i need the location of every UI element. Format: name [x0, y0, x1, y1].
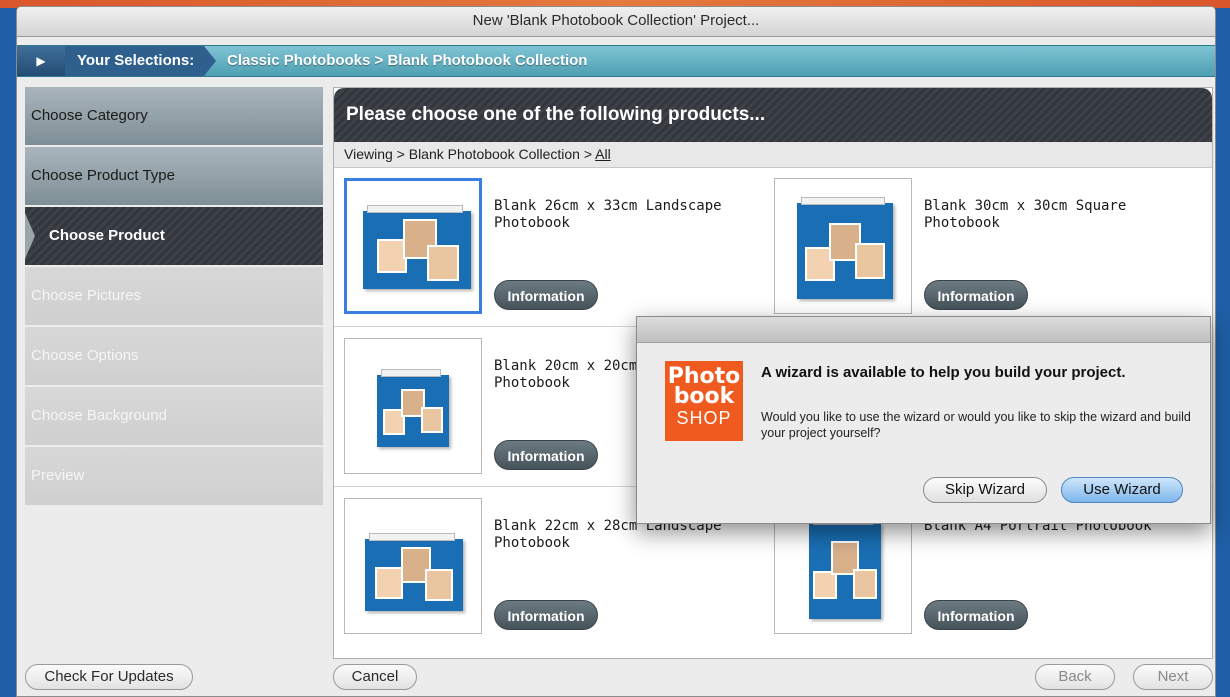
photo-tile — [427, 245, 459, 281]
step-choose-category[interactable]: Choose Category — [25, 87, 323, 145]
back-button[interactable]: Back — [1035, 664, 1115, 690]
selections-breadcrumb: Classic Photobooks > Blank Photobook Col… — [227, 52, 588, 69]
selections-label: Your Selections: — [65, 46, 217, 76]
cancel-button[interactable]: Cancel — [333, 664, 417, 690]
next-button[interactable]: Next — [1133, 664, 1213, 690]
photo-tile — [855, 243, 885, 279]
product-thumbnail[interactable] — [774, 178, 912, 314]
step-preview: Preview — [25, 447, 323, 505]
photo-tile — [375, 567, 403, 599]
product-thumbnail[interactable] — [344, 338, 482, 474]
photobook-image — [365, 533, 463, 611]
information-button[interactable]: Information — [924, 280, 1028, 310]
product-name: Blank 26cm x 33cm Landscape Photobook — [494, 198, 722, 231]
photo-tile — [425, 569, 453, 601]
dialog-heading: A wizard is available to help you build … — [761, 364, 1126, 381]
information-button[interactable]: Information — [494, 600, 598, 630]
wizard-dialog: Photo book SHOP A wizard is available to… — [636, 316, 1211, 524]
information-button[interactable]: Information — [924, 600, 1028, 630]
step-choose-background: Choose Background — [25, 387, 323, 445]
product-card[interactable]: Blank 30cm x 30cm Square Photobook Infor… — [764, 168, 1194, 318]
skip-wizard-button[interactable]: Skip Wizard — [923, 477, 1047, 503]
dialog-titlebar — [637, 317, 1210, 343]
check-for-updates-button[interactable]: Check For Updates — [25, 664, 193, 690]
photobook-image — [797, 197, 893, 299]
product-thumbnail[interactable] — [344, 498, 482, 634]
dialog-message: Would you like to use the wizard or woul… — [761, 410, 1191, 440]
photo-tile — [853, 569, 877, 599]
selections-bar: ▶ Your Selections: Classic Photobooks > … — [17, 45, 1215, 77]
logo-line-3: SHOP — [676, 408, 732, 428]
photobook-image — [363, 205, 471, 289]
photobook-image — [377, 369, 449, 447]
information-button[interactable]: Information — [494, 280, 598, 310]
product-thumbnail[interactable] — [344, 178, 482, 314]
step-choose-product[interactable]: Choose Product — [25, 207, 323, 265]
photobook-image — [809, 517, 881, 619]
expand-selections-button[interactable]: ▶ — [17, 46, 65, 76]
photo-tile — [421, 407, 443, 433]
logo-line-2: book — [673, 384, 735, 409]
step-choose-options: Choose Options — [25, 327, 323, 385]
step-choose-pictures: Choose Pictures — [25, 267, 323, 325]
step-choose-product-type[interactable]: Choose Product Type — [25, 147, 323, 205]
wizard-steps: Choose Category Choose Product Type Choo… — [25, 87, 323, 507]
viewing-path: Viewing > Blank Photobook Collection > — [344, 146, 596, 162]
play-arrow-icon: ▶ — [36, 54, 46, 68]
viewing-all-link[interactable]: All — [595, 146, 611, 162]
use-wizard-button[interactable]: Use Wizard — [1061, 477, 1183, 503]
product-card[interactable]: Blank 26cm x 33cm Landscape Photobook In… — [334, 168, 764, 318]
information-button[interactable]: Information — [494, 440, 598, 470]
photobook-shop-logo: Photo book SHOP — [665, 361, 743, 441]
photo-tile — [813, 571, 837, 599]
viewing-breadcrumb: Viewing > Blank Photobook Collection > A… — [334, 142, 1212, 168]
product-name: Blank 30cm x 30cm Square Photobook — [924, 198, 1127, 231]
window-title: New 'Blank Photobook Collection' Project… — [17, 7, 1215, 37]
product-panel-heading: Please choose one of the following produ… — [334, 88, 1212, 142]
